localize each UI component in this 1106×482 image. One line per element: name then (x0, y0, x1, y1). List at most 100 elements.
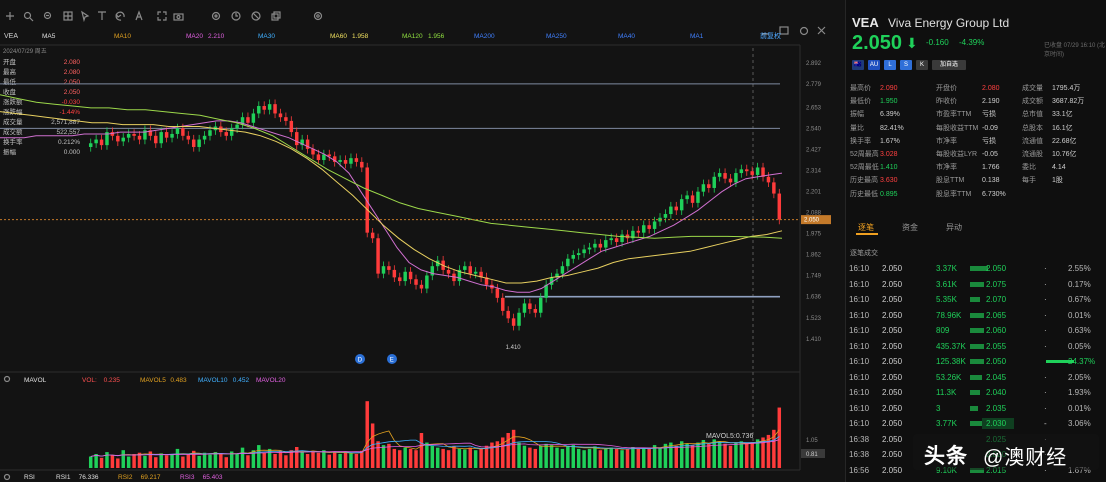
trade-row[interactable]: 16:10 2.050 5.35K 2.070 · 0.67% (846, 293, 1106, 306)
history-icon[interactable] (231, 11, 241, 21)
trade-row[interactable]: 16:10 2.050 435.37K 2.055 · 0.05% (846, 340, 1106, 353)
volume-bar (224, 457, 228, 468)
candle-body (164, 132, 169, 138)
add-watchlist-button[interactable]: 加自选 (932, 60, 966, 70)
trade-row[interactable]: 16:10 2.050 53.26K 2.045 · 2.05% (846, 371, 1106, 384)
trade-row[interactable]: 16:10 2.050 125.38K 2.050 24.37% (846, 355, 1106, 368)
stat-label: 市盈率TTM (936, 111, 972, 119)
settings-icon[interactable] (211, 11, 221, 21)
trade-marker: · (1044, 403, 1047, 413)
volume-bar (300, 452, 304, 468)
stat-item: 委比 4.14 (1022, 163, 1066, 173)
grid-icon[interactable] (63, 11, 73, 21)
volume-bar (473, 450, 478, 468)
candle-body (739, 169, 744, 174)
gear-icon[interactable] (313, 11, 323, 21)
price-levels (0, 83, 780, 298)
tab-funds[interactable]: 资金 (902, 222, 918, 233)
trade-time: 16:10 (849, 279, 870, 289)
stat-value: 1.410 (880, 164, 898, 172)
trade-row[interactable]: 16:10 2.050 3.61K 2.075 · 0.17% (846, 278, 1106, 291)
ma-legend-value: 1.956 (428, 33, 445, 40)
bid-price: 2.055 (986, 341, 1007, 351)
trade-percent: 24.37% (1068, 357, 1096, 366)
trade-row[interactable]: 16:10 2.050 3.77K 2.030 - 3.06% (846, 417, 1106, 430)
trade-row[interactable]: 16:10 2.050 3.37K 2.050 · 2.55% (846, 262, 1106, 275)
zoom-in-icon[interactable] (23, 11, 34, 22)
candlestick-chart[interactable]: VEA MA5 MA10 MA20 2.210 MA30 MA60 1.958 MA120 1.… (0, 0, 835, 482)
volume-bar (311, 451, 315, 468)
fullscreen-icon[interactable] (157, 11, 167, 21)
volume-settings-icon[interactable] (3, 375, 11, 383)
zoom-out-icon[interactable] (43, 11, 52, 20)
block-icon[interactable] (251, 11, 261, 21)
share-icon[interactable] (799, 26, 809, 36)
stat-value: 10.76亿 (1052, 151, 1077, 158)
trade-marker: - (1044, 419, 1047, 428)
tab-trades[interactable]: 逐笔 (858, 222, 874, 233)
candle-body (343, 160, 348, 164)
volume-bar (571, 445, 575, 468)
tab-active-indicator (856, 233, 878, 235)
trade-row[interactable]: 16:10 2.050 809 2.060 · 0.63% (846, 324, 1106, 337)
rsi-settings-icon[interactable] (3, 473, 11, 481)
copy-icon[interactable] (271, 11, 281, 21)
volume-bar (723, 443, 727, 468)
cursor-icon[interactable] (81, 10, 90, 23)
text-tool-icon[interactable] (98, 11, 106, 20)
stat-value: 0.895 (880, 190, 898, 198)
l-badge[interactable]: L (884, 60, 896, 70)
crosshair-icon[interactable] (6, 12, 14, 20)
stat-value: 2.090 (880, 85, 898, 92)
volume-bar (631, 447, 635, 468)
candle-body (403, 271, 407, 282)
popout-icon[interactable] (779, 26, 789, 35)
k-badge[interactable]: K (916, 60, 928, 70)
market-badge[interactable]: AU (868, 60, 880, 70)
stat-label: 昨收价 (936, 98, 957, 106)
ma-legend-label: MA10 (114, 33, 131, 40)
candle-body (463, 266, 467, 270)
bid-price: 2.065 (986, 310, 1007, 320)
price-axis: 2.892 2.779 2.653 2.540 2.427 2.314 2.201 2.088… (806, 61, 822, 343)
trade-row[interactable]: 16:10 2.050 3 2.035 · 0.01% (846, 402, 1106, 415)
volume-bar (343, 451, 348, 468)
info-label: 开盘 (3, 57, 17, 66)
s-badge[interactable]: S (900, 60, 912, 70)
close-icon[interactable] (817, 26, 826, 35)
candle-body (652, 221, 657, 229)
camera-icon[interactable] (173, 13, 184, 21)
trade-volume: 3.77K (936, 419, 957, 428)
trade-row[interactable]: 16:10 2.050 78.96K 2.065 · 0.01% (846, 309, 1106, 322)
candle-body (604, 240, 608, 248)
volume-bar (164, 455, 169, 468)
info-label: 涨跌幅 (3, 107, 23, 116)
stat-label: 股息TTM (936, 177, 965, 185)
undo-icon[interactable] (115, 11, 125, 21)
rsi-legend-label: RSI2 (118, 474, 133, 481)
stat-value: 0.138 (982, 177, 1000, 185)
candle-body (669, 206, 673, 215)
stat-item: 总股本 16.1亿 (1022, 124, 1073, 134)
volume-bar (278, 451, 283, 468)
event-icon-2[interactable]: E (387, 354, 397, 364)
stat-value: 3.630 (880, 177, 898, 185)
candle-body (392, 269, 397, 278)
volume-bar (202, 452, 207, 468)
event-icon-1[interactable]: D (355, 354, 365, 364)
candle-body (690, 195, 695, 203)
tab-moves[interactable]: 异动 (946, 222, 962, 233)
adjust-mode-label[interactable]: 前复权 (760, 31, 781, 40)
candle-body (186, 135, 191, 140)
trade-volume: 3.37K (936, 264, 957, 273)
volume-bar (105, 452, 109, 468)
info-value: 2.080 (64, 59, 81, 66)
text-size-icon[interactable] (135, 10, 143, 21)
price-axis-tick: 1.636 (806, 295, 822, 301)
stat-value: 2.080 (982, 85, 1000, 92)
volume-bar (582, 450, 586, 468)
volume-axis-top: 1.05 (806, 438, 818, 444)
volume-bar (435, 447, 440, 468)
trade-time: 16:10 (849, 310, 870, 320)
trade-row[interactable]: 16:10 2.050 11.3K 2.040 · 1.93% (846, 386, 1106, 399)
